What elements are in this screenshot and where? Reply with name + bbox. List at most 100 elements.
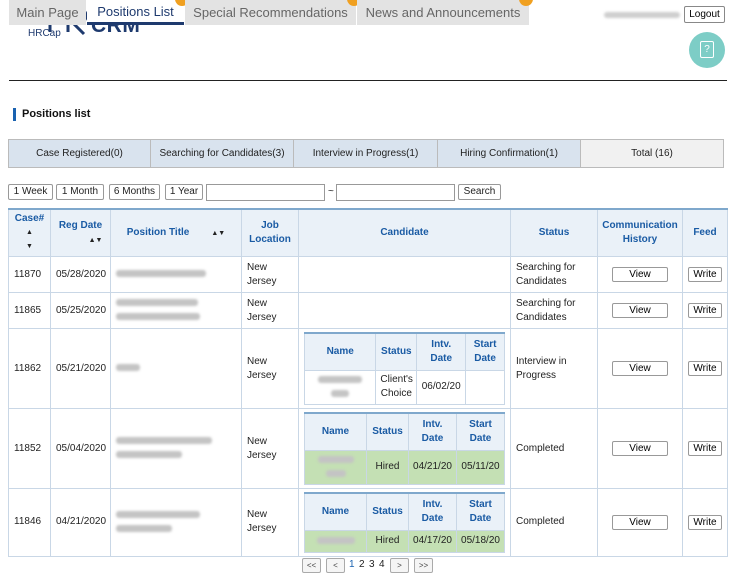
status-tab-interview[interactable]: Interview in Progress(1): [294, 140, 438, 167]
column-header-reg-date[interactable]: Reg Date ▲▼: [50, 208, 111, 257]
candidate-name-blurred[interactable]: [303, 369, 377, 405]
status-text: Searching for Candidates: [510, 256, 598, 293]
sub-header-name: Name: [304, 412, 367, 451]
position-title-blurred[interactable]: [110, 256, 242, 293]
reg-date: 05/28/2020: [50, 256, 111, 293]
table-row: 11870 05/28/2020 New Jersey Searching fo…: [8, 256, 728, 293]
column-header-feed: Feed: [682, 208, 728, 257]
position-title-blurred[interactable]: [110, 328, 242, 409]
page-number[interactable]: 1: [349, 559, 355, 570]
job-location: New Jersey: [241, 488, 299, 557]
status-tab-hiring-confirmation[interactable]: Hiring Confirmation(1): [438, 140, 581, 167]
job-location: New Jersey: [241, 292, 299, 329]
filter-6-months-button[interactable]: 6 Months: [109, 184, 160, 200]
sub-header-name: Name: [304, 492, 367, 531]
sub-header-intv-date: Intv. Date: [416, 332, 467, 371]
sub-header-intv-date: Intv. Date: [408, 412, 457, 451]
view-communication-button[interactable]: View: [612, 303, 668, 318]
tab-label: Main Page: [16, 5, 79, 20]
candidate-cell-empty: [298, 292, 511, 329]
next-page-button[interactable]: >: [390, 558, 409, 573]
write-feed-button[interactable]: Write: [688, 514, 722, 530]
write-feed-button[interactable]: Write: [688, 361, 722, 376]
write-feed-button[interactable]: Write: [688, 303, 722, 318]
candidate-row: Hired 04/17/20 05/18/20: [304, 529, 505, 553]
write-feed-button[interactable]: Write: [688, 267, 722, 282]
date-from-input[interactable]: [206, 184, 325, 201]
tab-divider: [9, 80, 727, 81]
column-header-position-title[interactable]: Position Title ▲▼: [110, 208, 242, 257]
candidate-cell-empty: [298, 256, 511, 293]
candidate-intv-date: 04/17/20: [408, 529, 457, 553]
date-range-separator: ~: [328, 186, 334, 197]
position-title-blurred[interactable]: [110, 488, 242, 557]
filter-1-week-button[interactable]: 1 Week: [8, 184, 53, 200]
status-text: Completed: [510, 488, 598, 557]
candidate-subtable: Name Status Intv. Date Start Date Hired …: [304, 492, 505, 553]
page-number[interactable]: 3: [369, 559, 375, 570]
status-text: Completed: [510, 408, 598, 489]
sub-header-intv-date: Intv. Date: [408, 492, 457, 531]
candidate-start-date: 05/18/20: [456, 529, 505, 553]
page-number[interactable]: 2: [359, 559, 365, 570]
crm-page: { "header": { "logo_hrcap": "HRCap", "lo…: [0, 0, 740, 588]
case-number: 11852: [8, 408, 51, 489]
column-header-case[interactable]: Case# ▲ ▼: [8, 208, 51, 257]
search-button[interactable]: Search: [458, 184, 501, 200]
sub-header-start-date: Start Date: [465, 332, 505, 371]
sort-icon: ▲▼: [26, 229, 33, 250]
page-number[interactable]: 4: [379, 559, 385, 570]
column-header-job-location: Job Location: [241, 208, 299, 257]
candidate-name-blurred[interactable]: [304, 449, 367, 485]
status-text: Interview in Progress: [510, 328, 598, 409]
last-page-button[interactable]: >>: [414, 558, 433, 573]
status-tab-case-registered[interactable]: Case Registered(0): [9, 140, 151, 167]
sub-header-name: Name: [303, 332, 377, 371]
tab-positions-list[interactable]: Positions List 10: [87, 0, 189, 25]
filter-1-year-button[interactable]: 1 Year: [165, 184, 203, 200]
position-title-blurred[interactable]: [110, 292, 242, 329]
tab-news-and-announcements[interactable]: News and Announcements 1: [357, 0, 533, 25]
subtable-header-row: Name Status Intv. Date Start Date: [303, 332, 505, 371]
tab-badge: 1: [519, 0, 533, 6]
reg-date: 05/25/2020: [50, 292, 111, 329]
tab-main-page[interactable]: Main Page: [9, 0, 86, 25]
candidate-start-date: 05/11/20: [456, 449, 505, 485]
reg-date: 05/04/2020: [50, 408, 111, 489]
job-location: New Jersey: [241, 256, 299, 293]
case-number: 11865: [8, 292, 51, 329]
view-communication-button[interactable]: View: [612, 361, 668, 376]
pagination: << < 1 2 3 4 > >>: [302, 558, 442, 573]
sort-icon: ▲▼: [211, 229, 226, 237]
job-location: New Jersey: [241, 408, 299, 489]
write-feed-button[interactable]: Write: [688, 441, 722, 456]
candidate-row: Hired 04/21/20 05/11/20: [304, 449, 505, 485]
candidate-subtable: Name Status Intv. Date Start Date Client…: [303, 332, 505, 405]
logo-hrcap-text: HRCap: [28, 28, 61, 39]
candidate-status: Client's Choice: [375, 369, 418, 405]
prev-page-button[interactable]: <: [326, 558, 345, 573]
filter-1-month-button[interactable]: 1 Month: [56, 184, 104, 200]
table-row: 11862 05/21/2020 New Jersey Name Status …: [8, 328, 728, 409]
tab-special-recommendations[interactable]: Special Recommendations 12: [185, 0, 361, 25]
tab-label: News and Announcements: [365, 5, 521, 20]
candidate-status: Hired: [366, 449, 409, 485]
sub-header-start-date: Start Date: [456, 412, 505, 451]
logout-button[interactable]: Logout: [684, 6, 725, 23]
date-to-input[interactable]: [336, 184, 455, 201]
status-tab-total[interactable]: Total (16): [581, 140, 723, 167]
reg-date: 04/21/2020: [50, 488, 111, 557]
view-communication-button[interactable]: View: [612, 441, 668, 456]
status-text: Searching for Candidates: [510, 292, 598, 329]
column-header-communication-history: Communication History: [597, 208, 683, 257]
view-communication-button[interactable]: View: [612, 267, 668, 282]
position-title-blurred[interactable]: [110, 408, 242, 489]
tab-label: Special Recommendations: [193, 5, 348, 20]
first-page-button[interactable]: <<: [302, 558, 321, 573]
table-row: 11846 04/21/2020 New Jersey Name Status …: [8, 488, 728, 557]
candidate-name-blurred[interactable]: [304, 529, 367, 553]
table-row: 11852 05/04/2020 New Jersey Name Status …: [8, 408, 728, 489]
help-button[interactable]: ?: [689, 32, 725, 68]
status-tab-searching[interactable]: Searching for Candidates(3): [151, 140, 294, 167]
view-communication-button[interactable]: View: [612, 514, 668, 530]
